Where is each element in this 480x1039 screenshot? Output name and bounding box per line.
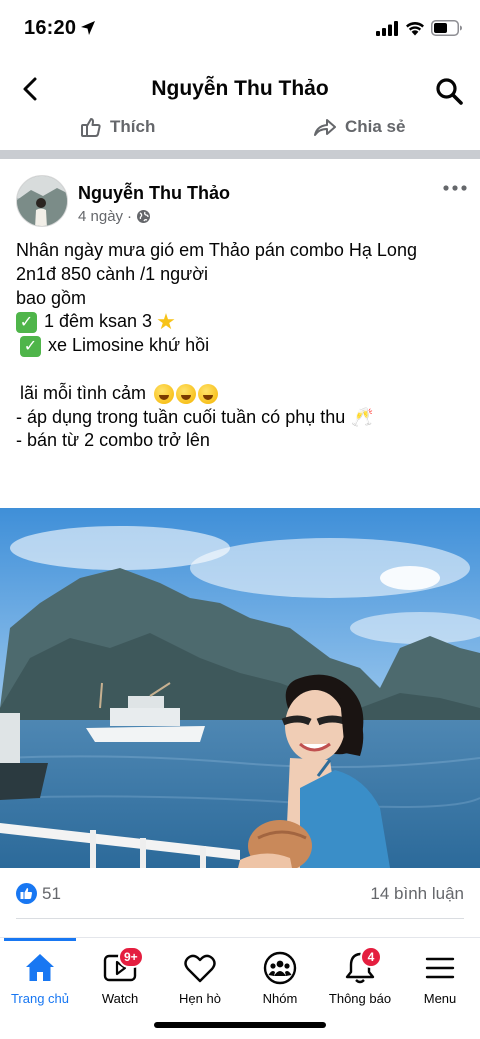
check-mark-icon: ✓	[16, 311, 37, 333]
watch-icon: 9+	[102, 946, 144, 986]
tab-label: Trang chủ	[10, 991, 70, 1006]
post-line-text: - bán từ 2 combo trở lên	[16, 430, 210, 451]
ha-long-bay-photo	[0, 508, 480, 868]
notifications-badge: 4	[360, 946, 382, 968]
tab-watch[interactable]: 9+ Watch	[80, 946, 160, 1006]
watch-badge: 9+	[118, 946, 144, 968]
tab-label: Thông báo	[328, 991, 392, 1006]
feed-separator	[0, 150, 480, 159]
like-reaction-icon[interactable]	[16, 883, 37, 904]
post-line: ✓ 1 đêm ksan 3 ★	[16, 310, 472, 334]
tab-menu[interactable]: Menu	[400, 950, 480, 1006]
reactions-count[interactable]: 51	[42, 884, 61, 904]
post-line-text: bao gồm	[16, 287, 87, 308]
tab-label: Hẹn hò	[179, 991, 221, 1006]
heart-icon	[182, 950, 218, 986]
post-line-empty	[16, 358, 472, 382]
share-arrow-icon	[314, 119, 336, 136]
post-line-text: xe Limosine khứ hồi	[48, 335, 210, 356]
post-meta: 4 ngày ·	[78, 208, 151, 225]
post-line: ✓ xe Limosine khứ hồi	[16, 334, 472, 358]
laugh-emojis	[152, 382, 219, 406]
active-tab-indicator	[4, 938, 76, 941]
share-button[interactable]: Chia sẻ	[313, 116, 405, 138]
menu-icon	[422, 950, 458, 986]
groups-icon	[262, 950, 298, 986]
post-line: - áp dụng trong tuần cuối tuần có phụ th…	[16, 406, 472, 430]
search-icon[interactable]	[434, 76, 464, 106]
tab-label: Watch	[101, 991, 139, 1006]
post-line-text: 1 đêm ksan 3	[44, 311, 153, 332]
like-button[interactable]: Thích	[80, 116, 155, 138]
meta-dot: ·	[127, 208, 133, 225]
previous-post-actions: Thích Chia sẻ	[0, 112, 480, 150]
comments-count[interactable]: 14 bình luận	[370, 884, 464, 904]
share-label: Chia sẻ	[345, 117, 406, 136]
post-line: bao gồm	[16, 287, 472, 311]
home-indicator[interactable]	[154, 1022, 326, 1028]
rofl-icon	[154, 384, 175, 405]
wifi-icon	[406, 21, 424, 36]
clinking-glasses-icon: 🥂	[351, 406, 374, 427]
post-line: Nhân ngày mưa gió em Thảo pán combo Hạ L…	[16, 239, 472, 263]
avatar[interactable]	[16, 175, 68, 227]
home-icon	[22, 950, 58, 986]
post-line-text: - áp dụng trong tuần cuối tuần có phụ th…	[16, 406, 346, 427]
tab-groups[interactable]: Nhóm	[240, 950, 320, 1006]
post-line: - bán từ 2 combo trở lên	[16, 429, 472, 453]
post-line: lãi mỗi tình cảm	[16, 382, 472, 406]
tab-home[interactable]: Trang chủ	[0, 950, 80, 1006]
avatar-photo	[17, 176, 67, 226]
battery-icon	[431, 20, 462, 36]
tab-dating[interactable]: Hẹn hò	[160, 950, 240, 1006]
location-arrow-icon	[81, 21, 95, 35]
status-time: 16:20	[24, 17, 77, 39]
status-bar: 16:20	[0, 0, 480, 58]
star-icon: ★	[156, 309, 176, 335]
profile-header: Nguyễn Thu Thảo	[0, 58, 480, 120]
post-text: Nhân ngày mưa gió em Thảo pán combo Hạ L…	[16, 239, 472, 453]
tab-label: Menu	[423, 991, 457, 1006]
post-line-text: 2n1đ 850 cành /1 người	[16, 263, 208, 284]
post-author-name[interactable]: Nguyễn Thu Thảo	[78, 183, 230, 204]
page-title: Nguyễn Thu Thảo	[151, 77, 329, 100]
rofl-icon	[176, 384, 197, 405]
globe-icon	[137, 210, 151, 223]
bell-icon: 4	[342, 946, 382, 986]
post-line: 2n1đ 850 cành /1 người	[16, 263, 472, 287]
tab-notifications[interactable]: 4 Thông báo	[320, 946, 400, 1006]
post-time: 4 ngày	[78, 208, 124, 225]
divider	[16, 918, 464, 919]
post-photo[interactable]	[0, 508, 480, 868]
like-label: Thích	[110, 117, 156, 136]
thumbs-up-icon	[81, 118, 101, 137]
more-options-icon[interactable]	[440, 176, 470, 200]
tab-label: Nhóm	[262, 991, 298, 1006]
cellular-signal-icon	[376, 21, 398, 36]
check-mark-icon: ✓	[20, 335, 41, 357]
post-line-text: lãi mỗi tình cảm	[20, 382, 147, 403]
post-line-text: Nhân ngày mưa gió em Thảo pán combo Hạ L…	[16, 240, 417, 260]
rofl-icon	[198, 384, 219, 405]
